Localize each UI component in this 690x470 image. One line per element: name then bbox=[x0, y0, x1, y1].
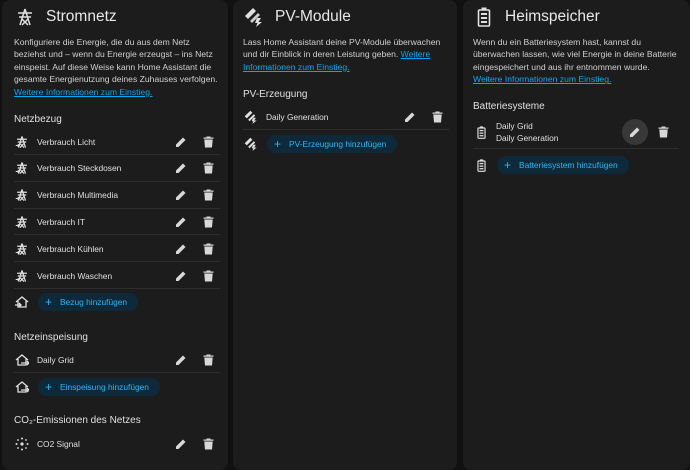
grid-card-title: Stromnetz bbox=[46, 8, 117, 25]
consumption-row-label: Verbrauch IT bbox=[37, 216, 85, 227]
pencil-icon[interactable] bbox=[174, 188, 188, 202]
pencil-icon[interactable] bbox=[174, 242, 188, 256]
plus-icon: + bbox=[504, 158, 512, 172]
trash-icon[interactable] bbox=[201, 161, 215, 175]
transmission-tower-import-icon bbox=[14, 134, 30, 150]
grid-card-header: Stromnetz bbox=[14, 6, 117, 28]
consumption-row: Verbrauch Multimedia bbox=[14, 183, 220, 209]
add-battery-row: + Batteriesystem hinzufügen bbox=[473, 152, 629, 178]
solar-power-icon bbox=[243, 109, 259, 125]
solar-description: Lass Home Assistant deine PV-Module über… bbox=[243, 37, 441, 72]
plus-icon: + bbox=[45, 380, 53, 394]
trash-icon[interactable] bbox=[201, 269, 215, 283]
transmission-tower-import-icon bbox=[14, 187, 30, 203]
trash-icon[interactable] bbox=[201, 353, 215, 367]
battery-icon bbox=[473, 6, 495, 28]
battery-icon bbox=[473, 157, 489, 173]
add-return-row: + Einspeisung hinzufügen bbox=[14, 374, 160, 400]
transmission-tower-icon bbox=[14, 6, 36, 28]
consumption-row-label: Verbrauch Kühlen bbox=[37, 243, 104, 254]
grid-consumption-heading: Netzbezug bbox=[14, 114, 62, 125]
add-battery-button[interactable]: + Batteriesystem hinzufügen bbox=[497, 156, 629, 174]
grid-co2-heading: CO₂-Emissionen des Netzes bbox=[14, 415, 141, 426]
grid-return-heading: Netzeinspeisung bbox=[14, 332, 88, 343]
battery-icon bbox=[473, 124, 489, 140]
pencil-icon[interactable] bbox=[174, 437, 188, 451]
battery-row: Daily Grid Daily Generation bbox=[473, 116, 679, 149]
consumption-row-label: Verbrauch Licht bbox=[37, 136, 96, 147]
add-solar-button[interactable]: + PV-Erzeugung hinzufügen bbox=[267, 135, 398, 153]
home-import-icon bbox=[14, 294, 30, 310]
solar-row: Daily Generation bbox=[243, 104, 449, 130]
grid-description: Konfiguriere die Energie, die du aus dem… bbox=[14, 37, 218, 97]
battery-in-label: Daily Grid bbox=[496, 121, 533, 131]
battery-systems-heading: Batteriesysteme bbox=[473, 101, 545, 112]
home-export-icon bbox=[14, 379, 30, 395]
trash-icon[interactable] bbox=[201, 135, 215, 149]
home-export-icon bbox=[14, 352, 30, 368]
pencil-icon[interactable] bbox=[628, 125, 642, 139]
co2-row-label: CO2 Signal bbox=[37, 439, 80, 449]
return-row: Daily Grid bbox=[14, 347, 220, 373]
trash-icon[interactable] bbox=[201, 437, 215, 451]
battery-description: Wenn du ein Batteriesystem hast, kannst … bbox=[473, 37, 677, 85]
add-return-button[interactable]: + Einspeisung hinzufügen bbox=[38, 378, 160, 396]
grid-learn-more-link[interactable]: Weitere Informationen zum Einstieg. bbox=[14, 87, 152, 97]
transmission-tower-import-icon bbox=[14, 241, 30, 257]
solar-power-icon bbox=[243, 6, 265, 28]
consumption-row: Verbrauch Kühlen bbox=[14, 236, 220, 263]
add-consumption-row: + Bezug hinzufügen bbox=[14, 289, 139, 315]
co2-signal-icon bbox=[14, 436, 30, 452]
pencil-icon[interactable] bbox=[174, 215, 188, 229]
solar-card-header: PV-Module bbox=[243, 6, 351, 28]
transmission-tower-import-icon bbox=[14, 214, 30, 230]
add-consumption-button[interactable]: + Bezug hinzufügen bbox=[38, 293, 139, 311]
solar-production-heading: PV-Erzeugung bbox=[243, 89, 308, 100]
trash-icon[interactable] bbox=[201, 242, 215, 256]
plus-icon: + bbox=[45, 295, 53, 309]
solar-card: PV-Module Lass Home Assistant deine PV-M… bbox=[233, 0, 457, 470]
trash-icon[interactable] bbox=[201, 215, 215, 229]
pencil-icon[interactable] bbox=[174, 135, 188, 149]
battery-card-header: Heimspeicher bbox=[473, 6, 600, 28]
plus-icon: + bbox=[274, 137, 282, 151]
consumption-row-label: Verbrauch Multimedia bbox=[37, 190, 118, 201]
battery-row-labels: Daily Grid Daily Generation bbox=[496, 120, 679, 144]
transmission-tower-import-icon bbox=[14, 160, 30, 176]
solar-card-title: PV-Module bbox=[275, 8, 351, 25]
grid-card: Stromnetz Konfiguriere die Energie, die … bbox=[2, 0, 228, 470]
battery-card-title: Heimspeicher bbox=[505, 8, 600, 25]
solar-power-icon bbox=[243, 136, 259, 152]
pencil-icon[interactable] bbox=[174, 353, 188, 367]
add-solar-row: + PV-Erzeugung hinzufügen bbox=[243, 131, 398, 157]
pencil-icon[interactable] bbox=[174, 269, 188, 283]
trash-icon[interactable] bbox=[201, 188, 215, 202]
trash-icon[interactable] bbox=[430, 110, 444, 124]
battery-card: Heimspeicher Wenn du ein Batteriesystem … bbox=[463, 0, 690, 470]
solar-row-label: Daily Generation bbox=[266, 111, 329, 122]
trash-icon[interactable] bbox=[656, 125, 670, 139]
consumption-row-label: Verbrauch Steckdosen bbox=[37, 163, 122, 174]
consumption-row: Verbrauch Waschen bbox=[14, 263, 220, 289]
return-row-label: Daily Grid bbox=[37, 354, 74, 365]
consumption-row: Verbrauch IT bbox=[14, 209, 220, 236]
consumption-row: Verbrauch Licht bbox=[14, 129, 220, 155]
consumption-row-label: Verbrauch Waschen bbox=[37, 270, 113, 281]
pencil-icon[interactable] bbox=[174, 161, 188, 175]
co2-row: CO2 Signal bbox=[14, 431, 220, 457]
battery-learn-more-link[interactable]: Weitere Informationen zum Einstieg. bbox=[473, 74, 611, 84]
battery-out-label: Daily Generation bbox=[496, 133, 559, 143]
consumption-row: Verbrauch Steckdosen bbox=[14, 156, 220, 182]
pencil-icon[interactable] bbox=[403, 110, 417, 124]
transmission-tower-import-icon bbox=[14, 268, 30, 284]
